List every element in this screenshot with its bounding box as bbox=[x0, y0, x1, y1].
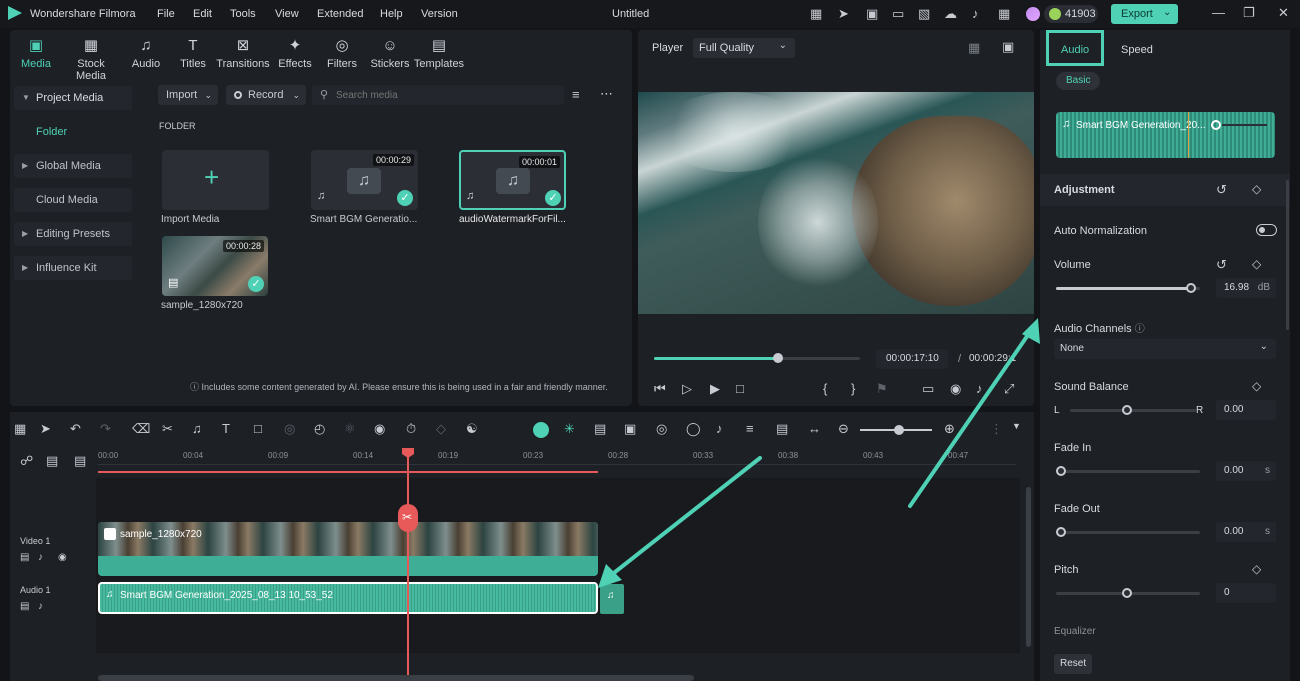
arrow-to-audio-clip bbox=[608, 456, 762, 578]
annotation-arrows bbox=[598, 318, 1040, 588]
arrow-to-audio-panel bbox=[908, 330, 1032, 508]
